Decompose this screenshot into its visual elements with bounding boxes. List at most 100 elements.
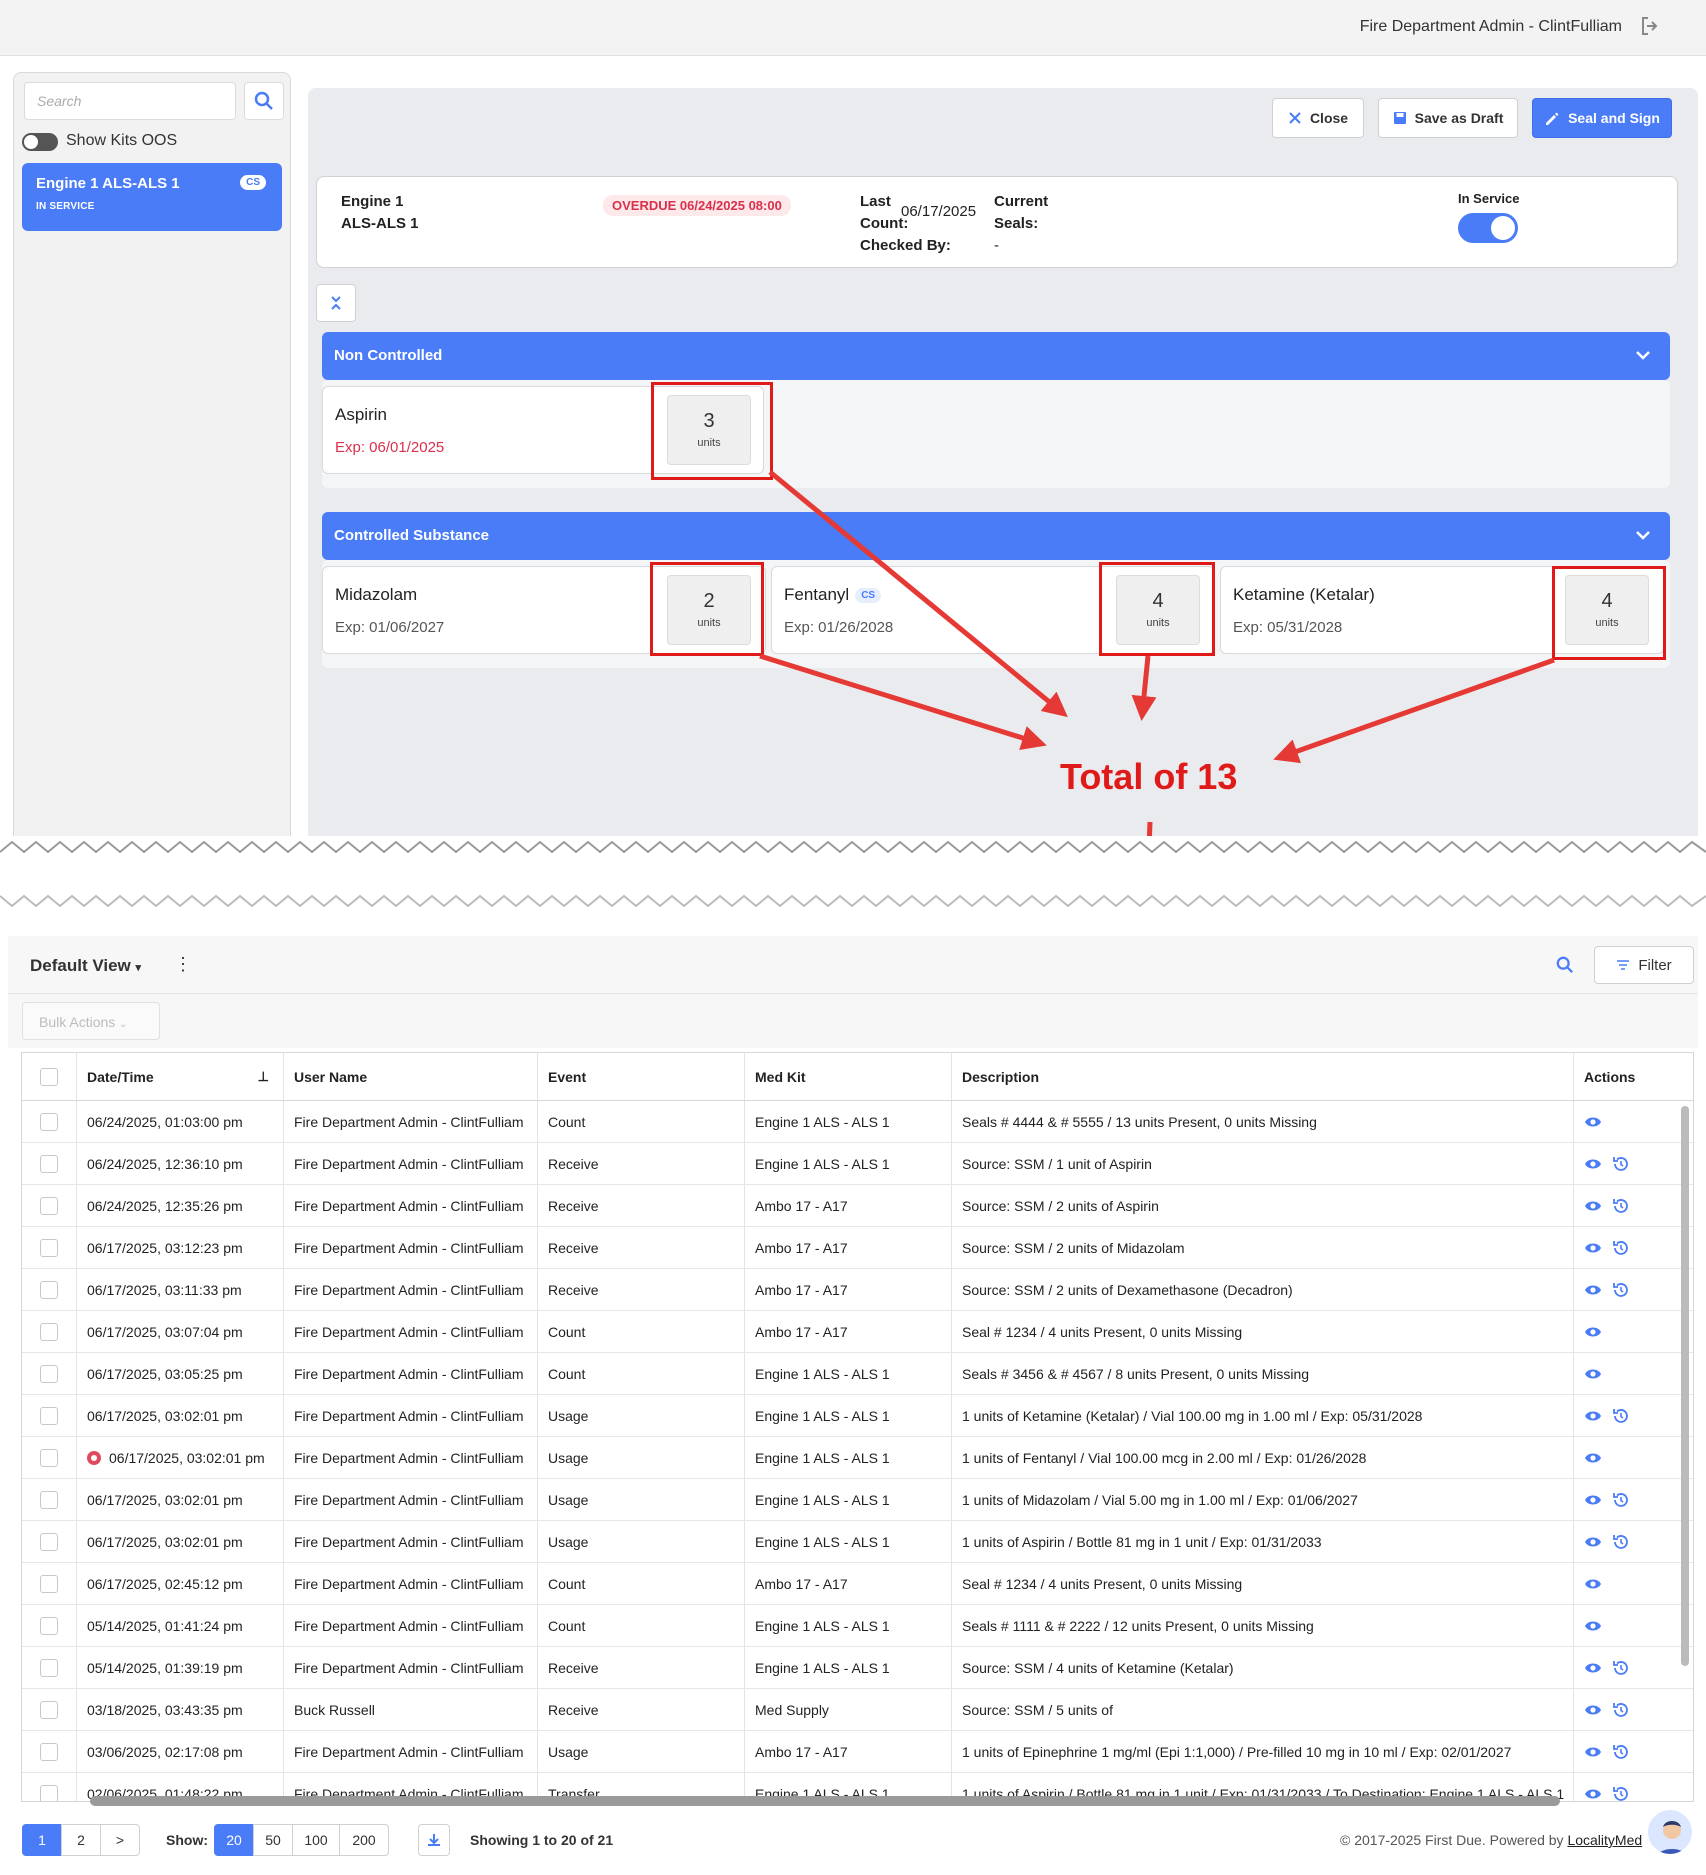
view-icon[interactable] bbox=[1584, 1661, 1602, 1675]
table-row[interactable]: 06/17/2025, 03:11:33 pm Fire Department A… bbox=[22, 1269, 1693, 1311]
cell-text: Fire Department Admin - ClintFulliam bbox=[294, 1323, 524, 1340]
cell-text: Fire Department Admin - ClintFulliam bbox=[294, 1491, 524, 1508]
pin-icon[interactable]: ⊥ bbox=[258, 1069, 269, 1085]
showing-count: Showing 1 to 20 of 21 bbox=[470, 1832, 614, 1848]
cell-text: Receive bbox=[548, 1701, 599, 1718]
select-all-checkbox[interactable] bbox=[40, 1067, 58, 1086]
view-icon[interactable] bbox=[1584, 1325, 1602, 1339]
table-row[interactable]: 06/17/2025, 03:05:25 pm Fire Department A… bbox=[22, 1353, 1693, 1395]
view-icon[interactable] bbox=[1584, 1745, 1602, 1759]
row-checkbox[interactable] bbox=[40, 1532, 58, 1551]
table-row[interactable]: 06/17/2025, 03:07:04 pm Fire Department A… bbox=[22, 1311, 1693, 1353]
cell-actions bbox=[1574, 1143, 1693, 1184]
view-icon[interactable] bbox=[1584, 1241, 1602, 1255]
cell-actions bbox=[1574, 1311, 1693, 1352]
row-checkbox[interactable] bbox=[40, 1490, 58, 1509]
history-icon[interactable] bbox=[1612, 1533, 1630, 1551]
vertical-scrollbar[interactable] bbox=[1681, 1106, 1689, 1666]
table-row[interactable]: 06/24/2025, 12:36:10 pm Fire Department A… bbox=[22, 1143, 1693, 1185]
table-row[interactable]: 06/17/2025, 02:45:12 pm Fire Department A… bbox=[22, 1563, 1693, 1605]
history-icon[interactable] bbox=[1612, 1407, 1630, 1425]
filter-button[interactable]: Filter bbox=[1594, 946, 1694, 984]
view-icon[interactable] bbox=[1584, 1115, 1602, 1129]
history-icon[interactable] bbox=[1612, 1659, 1630, 1677]
row-checkbox[interactable] bbox=[40, 1574, 58, 1593]
view-icon[interactable] bbox=[1584, 1283, 1602, 1297]
history-icon[interactable] bbox=[1612, 1491, 1630, 1509]
view-icon[interactable] bbox=[1584, 1451, 1602, 1465]
row-checkbox[interactable] bbox=[40, 1364, 58, 1383]
history-icon[interactable] bbox=[1612, 1281, 1630, 1299]
cell-text: 06/17/2025, 02:45:12 pm bbox=[87, 1575, 243, 1592]
cell-date: 06/17/2025, 03:07:04 pm bbox=[77, 1311, 284, 1352]
table-row[interactable]: 06/17/2025, 03:02:01 pm Fire Department A… bbox=[22, 1479, 1693, 1521]
history-icon[interactable] bbox=[1612, 1743, 1630, 1761]
column-header-datetime[interactable]: Date/Time ⊥ bbox=[77, 1053, 284, 1100]
cell-kit: Engine 1 ALS - ALS 1 bbox=[745, 1437, 952, 1478]
view-icon[interactable] bbox=[1584, 1409, 1602, 1423]
column-header-event[interactable]: Event bbox=[538, 1053, 745, 1100]
view-icon[interactable] bbox=[1584, 1703, 1602, 1717]
table-row[interactable]: 06/17/2025, 03:02:01 pm Fire Department A… bbox=[22, 1437, 1693, 1479]
table-row[interactable]: 06/24/2025, 12:35:26 pm Fire Department A… bbox=[22, 1185, 1693, 1227]
view-selector[interactable]: Default View ▾ bbox=[30, 956, 141, 976]
page-size-20[interactable]: 20 bbox=[214, 1824, 254, 1856]
cell-kit: Ambo 17 - A17 bbox=[745, 1563, 952, 1604]
cell-event: Count bbox=[538, 1311, 745, 1352]
row-checkbox[interactable] bbox=[40, 1658, 58, 1677]
view-icon[interactable] bbox=[1584, 1367, 1602, 1381]
row-select-cell bbox=[22, 1101, 77, 1142]
row-checkbox[interactable] bbox=[40, 1616, 58, 1635]
page-size-50[interactable]: 50 bbox=[253, 1824, 293, 1856]
row-checkbox[interactable] bbox=[40, 1700, 58, 1719]
support-avatar[interactable] bbox=[1646, 1808, 1694, 1856]
view-icon[interactable] bbox=[1584, 1157, 1602, 1171]
row-checkbox[interactable] bbox=[40, 1112, 58, 1131]
row-checkbox[interactable] bbox=[40, 1742, 58, 1761]
row-checkbox[interactable] bbox=[40, 1196, 58, 1215]
cell-text: Usage bbox=[548, 1533, 589, 1550]
download-button[interactable] bbox=[418, 1824, 450, 1856]
row-checkbox[interactable] bbox=[40, 1784, 58, 1801]
view-icon[interactable] bbox=[1584, 1493, 1602, 1507]
search-icon[interactable] bbox=[1556, 956, 1574, 974]
row-checkbox[interactable] bbox=[40, 1280, 58, 1299]
table-row[interactable]: 06/17/2025, 03:02:01 pm Fire Department A… bbox=[22, 1395, 1693, 1437]
page-size-100[interactable]: 100 bbox=[292, 1824, 340, 1856]
history-icon[interactable] bbox=[1612, 1785, 1630, 1803]
row-checkbox[interactable] bbox=[40, 1322, 58, 1341]
table-row[interactable]: 05/14/2025, 01:39:19 pm Fire Department A… bbox=[22, 1647, 1693, 1689]
row-checkbox[interactable] bbox=[40, 1448, 58, 1467]
view-icon[interactable] bbox=[1584, 1535, 1602, 1549]
history-icon[interactable] bbox=[1612, 1239, 1630, 1257]
powered-by-link[interactable]: LocalityMed bbox=[1567, 1832, 1642, 1848]
table-row[interactable]: 06/17/2025, 03:02:01 pm Fire Department A… bbox=[22, 1521, 1693, 1563]
table-row[interactable]: 03/06/2025, 02:17:08 pm Fire Department A… bbox=[22, 1731, 1693, 1773]
view-icon[interactable] bbox=[1584, 1577, 1602, 1591]
row-checkbox[interactable] bbox=[40, 1238, 58, 1257]
view-icon[interactable] bbox=[1584, 1787, 1602, 1801]
column-header-medkit[interactable]: Med Kit bbox=[745, 1053, 952, 1100]
row-checkbox[interactable] bbox=[40, 1406, 58, 1425]
bulk-actions-dropdown[interactable]: Bulk Actions ⌄ bbox=[22, 1002, 160, 1040]
cell-kit: Engine 1 ALS - ALS 1 bbox=[745, 1143, 952, 1184]
table-row[interactable]: 06/17/2025, 03:12:23 pm Fire Department A… bbox=[22, 1227, 1693, 1269]
page-1-button[interactable]: 1 bbox=[22, 1824, 62, 1856]
kebab-menu-icon[interactable]: ⋮ bbox=[174, 954, 192, 975]
view-icon[interactable] bbox=[1584, 1199, 1602, 1213]
horizontal-scrollbar[interactable] bbox=[90, 1796, 1560, 1806]
column-header-user[interactable]: User Name bbox=[284, 1053, 538, 1100]
history-icon[interactable] bbox=[1612, 1155, 1630, 1173]
row-checkbox[interactable] bbox=[40, 1154, 58, 1173]
table-row[interactable]: 03/18/2025, 03:43:35 pm Buck Russell Recei… bbox=[22, 1689, 1693, 1731]
cell-actions bbox=[1574, 1689, 1693, 1730]
table-row[interactable]: 06/24/2025, 01:03:00 pm Fire Department A… bbox=[22, 1101, 1693, 1143]
history-icon[interactable] bbox=[1612, 1197, 1630, 1215]
page-size-200[interactable]: 200 bbox=[339, 1824, 389, 1856]
next-page-button[interactable]: > bbox=[100, 1824, 140, 1856]
table-row[interactable]: 05/14/2025, 01:41:24 pm Fire Department A… bbox=[22, 1605, 1693, 1647]
history-icon[interactable] bbox=[1612, 1701, 1630, 1719]
page-2-button[interactable]: 2 bbox=[61, 1824, 101, 1856]
column-header-description[interactable]: Description bbox=[952, 1053, 1574, 1100]
view-icon[interactable] bbox=[1584, 1619, 1602, 1633]
